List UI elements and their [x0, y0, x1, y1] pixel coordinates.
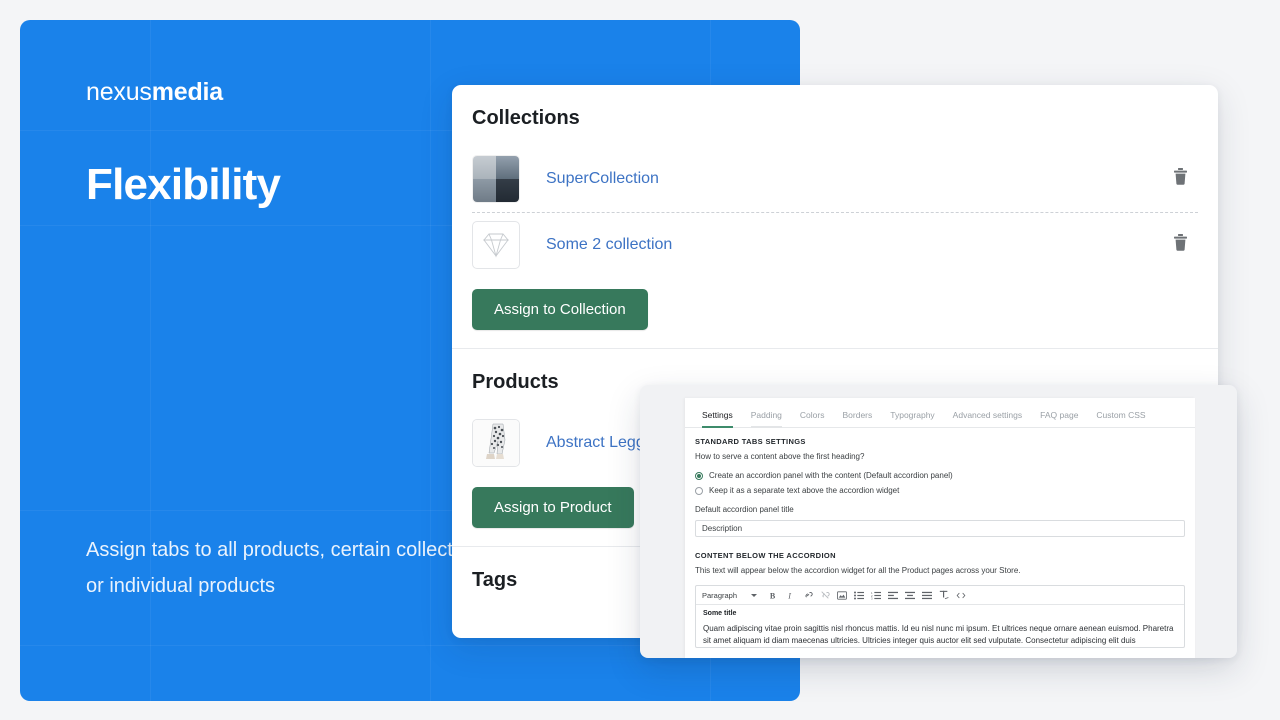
- settings-tabs: Settings Padding Colors Borders Typograp…: [685, 398, 1195, 428]
- italic-icon[interactable]: I: [782, 588, 799, 602]
- content-below-description: This text will appear below the accordio…: [695, 566, 1021, 575]
- tab-padding[interactable]: Padding: [742, 406, 791, 428]
- editor-toolbar: Paragraph B I 123: [696, 586, 1184, 605]
- align-justify-icon[interactable]: [918, 588, 935, 602]
- link-icon[interactable]: [799, 588, 816, 602]
- promo-description: Assign tabs to all products, certain col…: [86, 539, 503, 597]
- chevron-down-icon: [751, 593, 758, 597]
- screenshot-stage: nexusmedia Flexibility Assign tabs to al…: [0, 0, 1280, 720]
- bullet-list-icon[interactable]: [850, 588, 867, 602]
- radio-option-label: Create an accordion panel with the conte…: [709, 471, 953, 480]
- radio-option-separate-text[interactable]: Keep it as a separate text above the acc…: [695, 486, 1185, 495]
- tab-settings[interactable]: Settings: [693, 406, 742, 428]
- settings-body: STANDARD TABS SETTINGS How to serve a co…: [685, 428, 1195, 648]
- tab-faq-page[interactable]: FAQ page: [1031, 406, 1087, 427]
- collections-title: Collections: [472, 107, 580, 129]
- assign-to-collection-button[interactable]: Assign to Collection: [472, 289, 648, 330]
- radio-option-accordion-panel[interactable]: Create an accordion panel with the conte…: [695, 471, 1185, 480]
- align-left-icon[interactable]: [884, 588, 901, 602]
- settings-overlay-card: Settings Padding Colors Borders Typograp…: [640, 385, 1237, 658]
- format-select-value: Paragraph: [702, 590, 738, 600]
- svg-text:3: 3: [871, 596, 873, 599]
- radio-button-icon[interactable]: [695, 486, 703, 495]
- collection-link[interactable]: Some 2 collection: [546, 236, 1173, 254]
- collection-row[interactable]: Some 2 collection: [452, 212, 1218, 278]
- unlink-icon[interactable]: [816, 588, 833, 602]
- code-icon[interactable]: [952, 588, 969, 602]
- tab-custom-css[interactable]: Custom CSS: [1087, 406, 1154, 427]
- numbered-list-icon[interactable]: 123: [867, 588, 884, 602]
- brand-logo-bold: media: [151, 78, 223, 106]
- editor-content[interactable]: Some title Quam adipiscing vitae proin s…: [696, 605, 1184, 647]
- leggings-thumbnail: [472, 419, 520, 467]
- radio-button-icon[interactable]: [695, 471, 703, 480]
- clear-format-icon[interactable]: [935, 588, 952, 602]
- tab-colors[interactable]: Colors: [791, 406, 834, 427]
- standard-tabs-question: How to serve a content above the first h…: [695, 452, 865, 461]
- panel-title-input[interactable]: [695, 520, 1185, 537]
- collections-section: Collections SuperCollection Some 2 colle…: [452, 85, 1218, 348]
- page-title: Flexibility: [86, 160, 281, 209]
- brand-logo-light: nexus: [86, 78, 152, 106]
- align-center-icon[interactable]: [901, 588, 918, 602]
- format-select[interactable]: Paragraph: [702, 591, 765, 600]
- collection-row[interactable]: SuperCollection: [452, 146, 1218, 212]
- tab-typography[interactable]: Typography: [881, 406, 943, 427]
- image-icon[interactable]: [833, 588, 850, 602]
- collection-link[interactable]: SuperCollection: [546, 170, 1173, 188]
- svg-text:I: I: [787, 591, 791, 600]
- trash-icon[interactable]: [1173, 234, 1188, 256]
- brand-logo: nexusmedia: [86, 78, 223, 107]
- standard-tabs-heading: STANDARD TABS SETTINGS: [695, 437, 806, 446]
- trash-icon[interactable]: [1173, 168, 1188, 190]
- tab-advanced-settings[interactable]: Advanced settings: [944, 406, 1031, 427]
- bold-icon[interactable]: B: [765, 588, 782, 602]
- radio-option-label: Keep it as a separate text above the acc…: [709, 486, 900, 495]
- panel-title-label: Default accordion panel title: [695, 505, 794, 514]
- content-below-heading: CONTENT BELOW THE ACCORDION: [695, 551, 836, 560]
- settings-panel: Settings Padding Colors Borders Typograp…: [685, 398, 1195, 658]
- rich-text-editor: Paragraph B I 123 Some title Quam adipis…: [695, 585, 1185, 648]
- assign-to-product-button[interactable]: Assign to Product: [472, 487, 634, 528]
- tab-borders[interactable]: Borders: [833, 406, 881, 427]
- editor-doc-body: Quam adipiscing vitae proin sagittis nis…: [703, 624, 1174, 645]
- editor-doc-title: Some title: [703, 610, 737, 617]
- svg-text:B: B: [770, 591, 776, 600]
- diamond-thumbnail: [472, 221, 520, 269]
- seascape-thumbnail: [472, 155, 520, 203]
